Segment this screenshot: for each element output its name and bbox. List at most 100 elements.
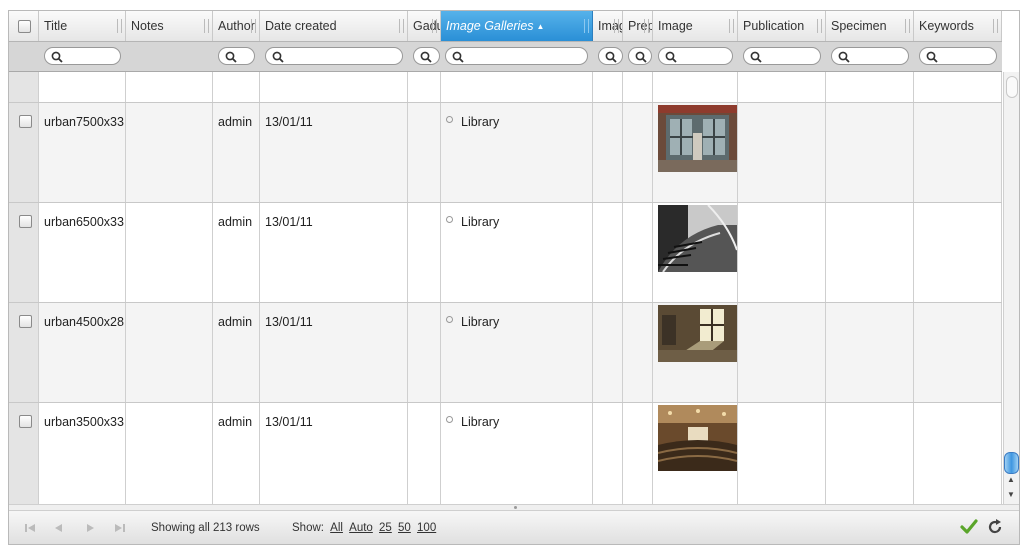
author-cell[interactable]: admin — [213, 403, 260, 504]
row-checkbox[interactable] — [19, 315, 32, 328]
author-cell[interactable]: admin — [213, 203, 260, 302]
date-cell[interactable]: 13/01/11 — [260, 303, 408, 402]
publication-cell[interactable] — [738, 303, 826, 402]
prep-cell[interactable] — [623, 303, 653, 402]
col-resize-handle[interactable] — [614, 19, 619, 33]
show-25-link[interactable]: 25 — [379, 522, 392, 534]
gadu-cell[interactable] — [408, 403, 441, 504]
specimen-cell[interactable] — [826, 303, 914, 402]
last-page-icon[interactable] — [113, 521, 127, 535]
imag-cell[interactable] — [593, 103, 623, 202]
publication-cell[interactable] — [738, 203, 826, 302]
filter-date-input[interactable] — [265, 47, 403, 65]
col-keywords[interactable]: Keywords — [914, 11, 1002, 41]
show-100-link[interactable]: 100 — [417, 522, 436, 534]
table-row[interactable]: urban6500x33 admin 13/01/11 Library — [9, 203, 1002, 303]
keywords-cell[interactable] — [914, 203, 1002, 302]
notes-cell[interactable] — [126, 403, 213, 504]
resize-splitter[interactable] — [9, 504, 1019, 511]
imag-cell[interactable] — [593, 403, 623, 504]
filter-author-input[interactable] — [218, 47, 255, 65]
image-cell[interactable] — [653, 403, 738, 504]
window-room-photo-thumbnail[interactable] — [658, 305, 737, 362]
first-page-icon[interactable] — [23, 521, 37, 535]
vertical-scrollbar[interactable]: ▲ ▼ — [1003, 72, 1019, 504]
notes-cell[interactable] — [126, 303, 213, 402]
col-resize-handle[interactable] — [817, 19, 822, 33]
prev-page-icon[interactable] — [51, 521, 65, 535]
show-auto-link[interactable]: Auto — [349, 522, 373, 534]
imag-cell[interactable] — [593, 303, 623, 402]
row-checkbox[interactable] — [19, 215, 32, 228]
table-row[interactable]: urban3500x33 admin 13/01/11 Library — [9, 403, 1002, 504]
title-cell[interactable]: urban7500x33 — [39, 103, 126, 202]
image-cell[interactable] — [653, 103, 738, 202]
col-notes[interactable]: Notes — [126, 11, 213, 41]
col-resize-handle[interactable] — [117, 19, 122, 33]
galleries-cell[interactable]: Library — [441, 203, 593, 302]
specimen-cell[interactable] — [826, 103, 914, 202]
col-gadu[interactable]: Gadu — [408, 11, 441, 41]
image-cell[interactable] — [653, 303, 738, 402]
filter-title-input[interactable] — [44, 47, 121, 65]
galleries-cell[interactable]: Library — [441, 103, 593, 202]
show-50-link[interactable]: 50 — [398, 522, 411, 534]
col-resize-handle[interactable] — [905, 19, 910, 33]
refresh-icon[interactable] — [985, 517, 1005, 537]
specimen-cell[interactable] — [826, 203, 914, 302]
title-cell[interactable]: urban6500x33 — [39, 203, 126, 302]
col-author[interactable]: Author — [213, 11, 260, 41]
filter-image-input[interactable] — [658, 47, 733, 65]
author-cell[interactable]: admin — [213, 103, 260, 202]
specimen-cell[interactable] — [826, 403, 914, 504]
prep-cell[interactable] — [623, 203, 653, 302]
gadu-cell[interactable] — [408, 103, 441, 202]
col-imag[interactable]: Imag — [593, 11, 623, 41]
col-title[interactable]: Title — [39, 11, 126, 41]
publication-cell[interactable] — [738, 103, 826, 202]
publication-cell[interactable] — [738, 403, 826, 504]
filter-galleries-input[interactable] — [445, 47, 588, 65]
keywords-cell[interactable] — [914, 303, 1002, 402]
col-resize-handle[interactable] — [251, 19, 256, 33]
date-cell[interactable]: 13/01/11 — [260, 203, 408, 302]
filter-prep-input[interactable] — [628, 47, 652, 65]
confirm-check-icon[interactable] — [959, 517, 979, 537]
col-image[interactable]: Image — [653, 11, 738, 41]
col-resize-handle[interactable] — [993, 19, 998, 33]
col-image-galleries[interactable]: Image Galleries ▲ — [441, 11, 593, 41]
filter-specimen-input[interactable] — [831, 47, 909, 65]
imag-cell[interactable] — [593, 203, 623, 302]
table-row[interactable] — [9, 72, 1002, 103]
col-resize-handle[interactable] — [729, 19, 734, 33]
col-resize-handle[interactable] — [644, 19, 649, 33]
notes-cell[interactable] — [126, 103, 213, 202]
show-all-link[interactable]: All — [330, 522, 343, 534]
row-checkbox[interactable] — [19, 415, 32, 428]
table-row[interactable]: urban7500x33 admin 13/01/11 Library — [9, 103, 1002, 203]
row-checkbox[interactable] — [19, 115, 32, 128]
filter-keywords-input[interactable] — [919, 47, 997, 65]
col-date-created[interactable]: Date created — [260, 11, 408, 41]
next-page-icon[interactable] — [84, 521, 98, 535]
doorway-photo-thumbnail[interactable] — [658, 105, 737, 172]
table-row[interactable]: urban4500x28 admin 13/01/11 Library — [9, 303, 1002, 403]
notes-cell[interactable] — [126, 203, 213, 302]
scroll-down-arrow-icon[interactable]: ▼ — [1007, 490, 1015, 499]
scrollbar-thumb[interactable] — [1004, 452, 1019, 474]
filter-gadu-input[interactable] — [413, 47, 440, 65]
gadu-cell[interactable] — [408, 203, 441, 302]
staircase-photo-thumbnail[interactable] — [658, 205, 737, 272]
date-cell[interactable]: 13/01/11 — [260, 103, 408, 202]
galleries-cell[interactable]: Library — [441, 303, 593, 402]
image-cell[interactable] — [653, 203, 738, 302]
col-resize-handle[interactable] — [399, 19, 404, 33]
keywords-cell[interactable] — [914, 403, 1002, 504]
filter-imag-input[interactable] — [598, 47, 623, 65]
galleries-cell[interactable]: Library — [441, 403, 593, 504]
author-cell[interactable]: admin — [213, 303, 260, 402]
col-specimen[interactable]: Specimen — [826, 11, 914, 41]
scroll-up-arrow-icon[interactable]: ▲ — [1007, 475, 1015, 484]
col-publication[interactable]: Publication — [738, 11, 826, 41]
prep-cell[interactable] — [623, 103, 653, 202]
